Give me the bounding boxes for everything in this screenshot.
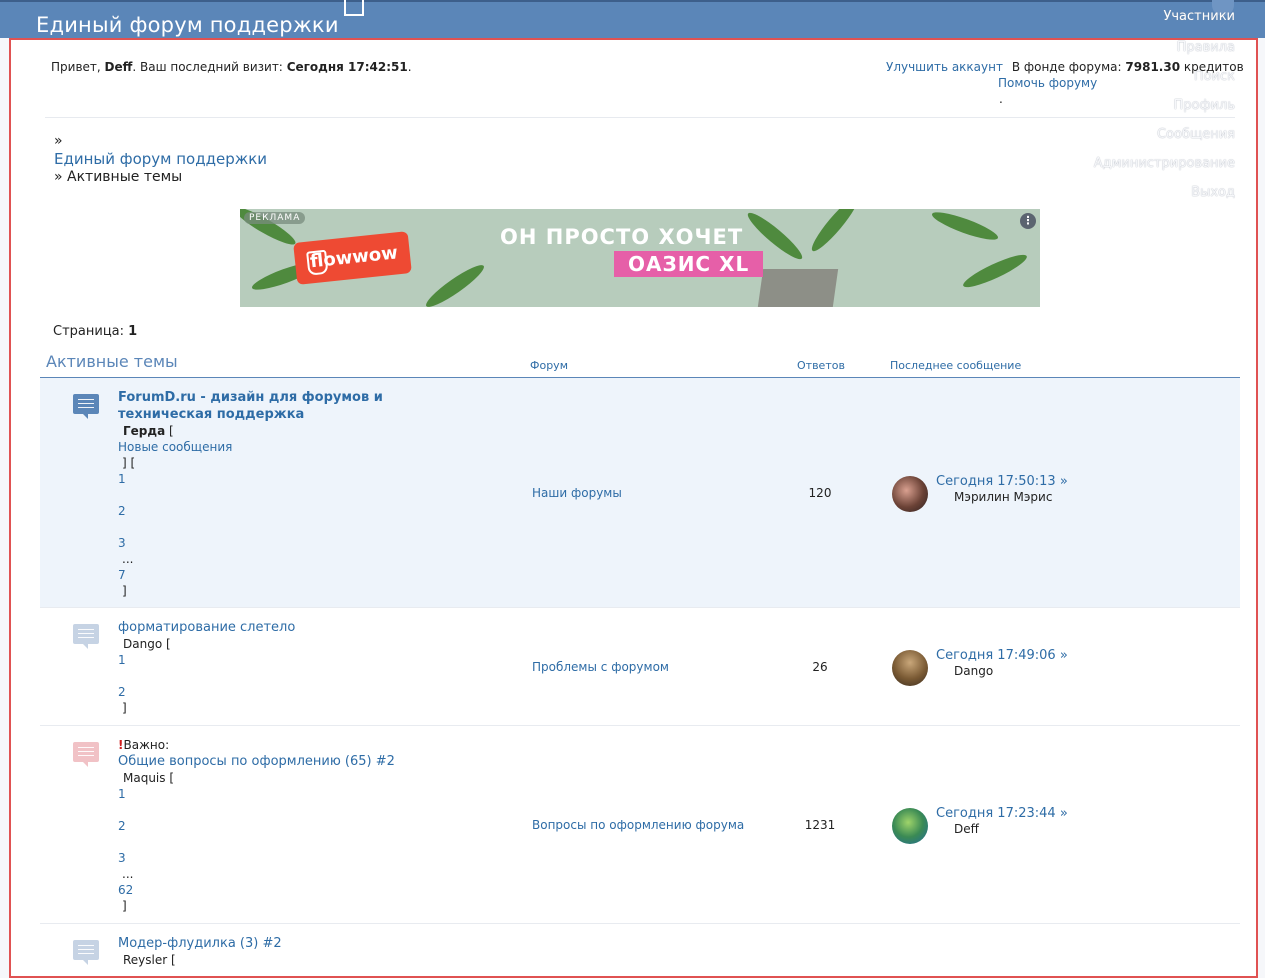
page-link[interactable]: 3: [118, 850, 478, 866]
last-post-link[interactable]: Сегодня 17:23:44 »: [936, 806, 1068, 821]
topic-row: форматирование слетело Dango [ 1 2 ] Про…: [40, 608, 1240, 726]
last-post-user[interactable]: Dango: [954, 664, 993, 678]
help-forum-link[interactable]: Помочь форуму: [998, 76, 1097, 90]
topic-title-link[interactable]: ForumD.ru - дизайн для форумов и техниче…: [118, 390, 383, 422]
page-link[interactable]: 1: [118, 652, 478, 668]
page-link[interactable]: 2: [118, 503, 478, 519]
last-post-link[interactable]: Сегодня 17:49:06 »: [936, 648, 1068, 663]
welcome-text: Привет, Deff. Ваш последний визит: Сегод…: [51, 60, 412, 74]
topic-author[interactable]: Dango: [118, 637, 162, 651]
leaf-shape: [422, 260, 488, 307]
topic-title-link[interactable]: Общие вопросы по оформлению (65) #2: [118, 754, 395, 769]
pagination: Страница: 1: [53, 324, 138, 339]
page-link[interactable]: 2: [118, 684, 478, 700]
topic-author[interactable]: Reysler: [118, 953, 167, 967]
column-last-post: Последнее сообщение: [890, 359, 1022, 372]
topic-cell: !Важно: Общие вопросы по оформлению (65)…: [118, 737, 478, 914]
leaf-shape: [960, 249, 1030, 293]
sticky-topic-icon: [73, 742, 99, 767]
upgrade-account-link[interactable]: Улучшить аккаунт: [886, 60, 1003, 74]
column-forum: Форум: [530, 359, 568, 372]
nav-rules[interactable]: Правила: [1094, 33, 1235, 62]
nav-profile[interactable]: Профиль: [1094, 91, 1235, 120]
fund-dot: .: [999, 92, 1003, 106]
divider: [45, 117, 1235, 118]
forum-fund: Улучшить аккаунт В фонде форума: 7981.30…: [886, 60, 1244, 74]
ad-tag: РЕКЛАМА: [244, 212, 306, 224]
important-label: Важно:: [123, 738, 170, 752]
page-link[interactable]: 1: [118, 786, 478, 802]
nav-messages[interactable]: Сообщения: [1094, 120, 1235, 149]
page-link[interactable]: 7: [118, 567, 478, 583]
topic-author[interactable]: Герда: [118, 424, 165, 438]
leaf-shape: [929, 209, 1001, 245]
ad-options-icon[interactable]: ⋮: [1020, 213, 1036, 229]
nav-logout[interactable]: Выход: [1094, 178, 1235, 207]
last-visit: Сегодня 17:42:51: [286, 60, 408, 74]
page-link[interactable]: 62: [118, 882, 478, 898]
topic-icon: [73, 624, 99, 649]
topic-forum-link[interactable]: Наши форумы: [532, 486, 622, 500]
topic-row: Модер-флудилка (3) #2 Reysler [: [40, 924, 1240, 968]
topic-cell: Модер-флудилка (3) #2 Reysler [: [118, 936, 282, 967]
forum-title[interactable]: Единый форум поддержки: [36, 13, 339, 37]
topic-row: ForumD.ru - дизайн для форумов и техниче…: [40, 378, 1240, 608]
leaf-shape: [807, 209, 863, 256]
current-page: 1: [128, 324, 138, 339]
topic-replies: 26: [812, 660, 828, 674]
avatar[interactable]: [892, 476, 928, 512]
topic-replies: 1231: [804, 818, 836, 832]
topic-title-link[interactable]: Модер-флудилка (3) #2: [118, 936, 282, 951]
topic-replies: 120: [808, 486, 832, 500]
topic-row: !Важно: Общие вопросы по оформлению (65)…: [40, 726, 1240, 924]
tulip-icon: [306, 249, 329, 276]
avatar[interactable]: [892, 808, 928, 844]
menu-toggle-icon[interactable]: [344, 0, 364, 16]
ad-banner[interactable]: РЕКЛАМА flowwow ОН ПРОСТО ХОЧЕТ ОАЗИС XL…: [240, 209, 1040, 307]
breadcrumb: » Единый форум поддержки » Активные темы: [54, 133, 268, 185]
topic-icon: [73, 940, 99, 965]
last-post-user[interactable]: Мэрилин Мэрис: [954, 490, 1052, 504]
fund-value: 7981.30: [1125, 60, 1181, 74]
topic-cell: ForumD.ru - дизайн для форумов и техниче…: [118, 389, 478, 599]
plant-pot: [756, 269, 839, 307]
page-link[interactable]: 1: [118, 471, 478, 487]
column-replies: Ответов: [797, 359, 845, 372]
avatar[interactable]: [892, 650, 928, 686]
new-posts-link[interactable]: Новые сообщения: [118, 439, 478, 455]
last-post-link[interactable]: Сегодня 17:50:13 »: [936, 474, 1068, 489]
breadcrumb-forum-link[interactable]: Единый форум поддержки: [54, 150, 267, 168]
topic-new-icon: [73, 394, 99, 419]
topic-forum-link[interactable]: Вопросы по оформлению форума: [532, 818, 744, 832]
page-link[interactable]: 2: [118, 818, 478, 834]
main-navigation: Участники Правила Поиск Профиль Сообщени…: [1094, 0, 1235, 207]
ad-subheadline: ОАЗИС XL: [614, 251, 764, 277]
table-header: Активные темы Форум Ответов Последнее со…: [40, 350, 1240, 379]
topic-author[interactable]: Maquis: [118, 771, 166, 785]
page-link[interactable]: 3: [118, 535, 478, 551]
ad-headline: ОН ПРОСТО ХОЧЕТ: [500, 225, 744, 249]
topic-cell: форматирование слетело Dango [ 1 2 ]: [118, 619, 478, 716]
last-post-user[interactable]: Deff: [954, 822, 979, 836]
top-header-bar: Единый форум поддержки: [0, 0, 1265, 38]
topic-forum-link[interactable]: Проблемы с форумом: [532, 660, 669, 674]
table-title: Активные темы: [46, 352, 178, 371]
ad-brand-logo: flowwow: [293, 231, 412, 285]
nav-admin[interactable]: Администрирование: [1094, 149, 1235, 178]
nav-members[interactable]: Участники: [1094, 0, 1235, 33]
username: Deff: [104, 60, 133, 74]
topic-title-link[interactable]: форматирование слетело: [118, 620, 295, 635]
breadcrumb-current: » Активные темы: [54, 169, 183, 185]
